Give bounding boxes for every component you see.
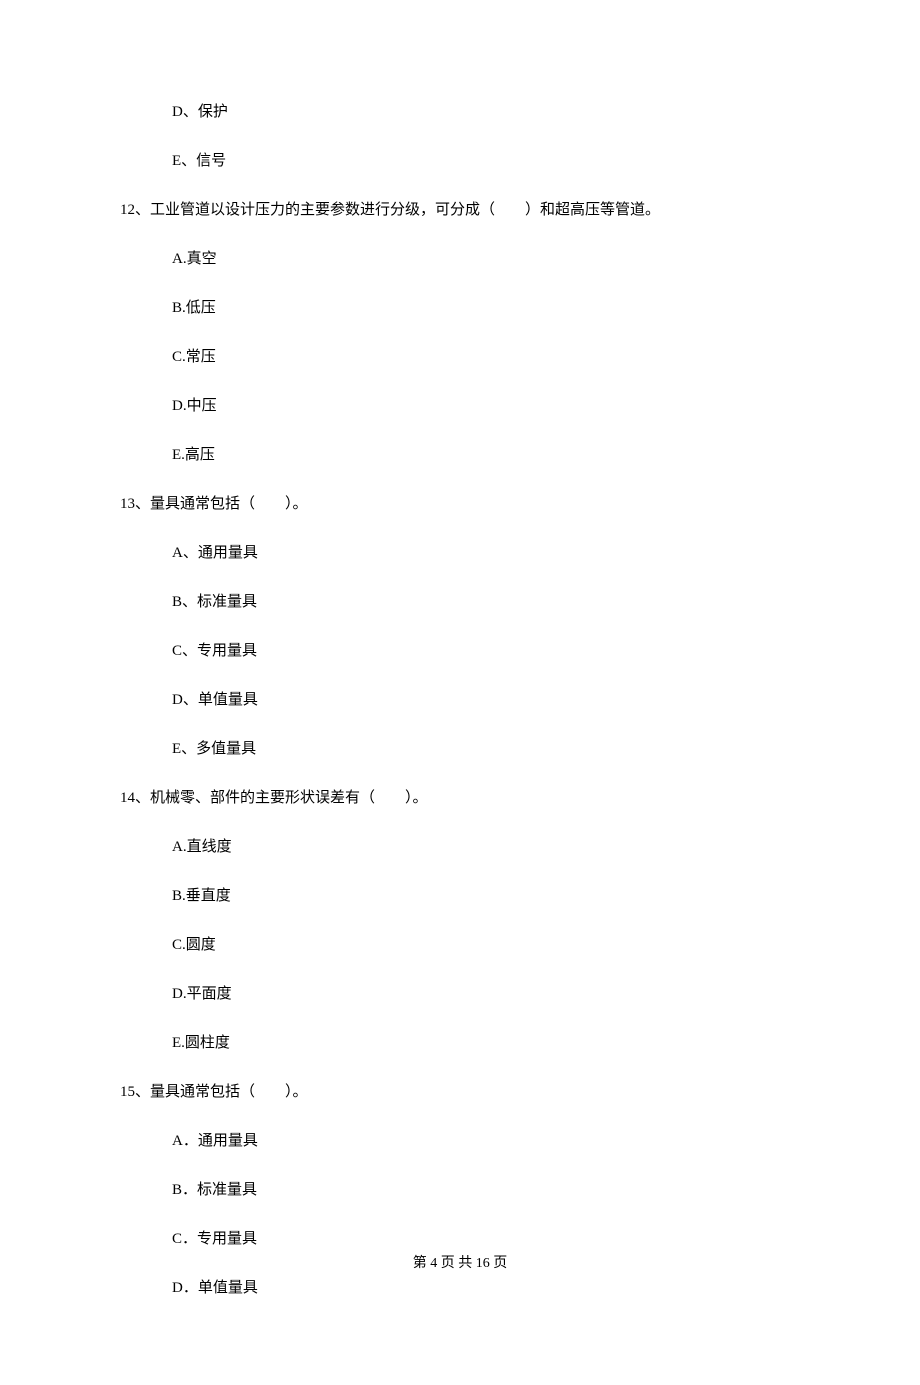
q15-opt-d: D．单值量具 (172, 1276, 800, 1300)
q14-opt-c: C.圆度 (172, 933, 800, 957)
option-d-pre: D、保护 (172, 100, 800, 124)
q12-opt-c: C.常压 (172, 345, 800, 369)
question-13: 13、量具通常包括（ ）。 (120, 492, 800, 516)
q13-opt-d: D、单值量具 (172, 688, 800, 712)
q14-opt-b: B.垂直度 (172, 884, 800, 908)
question-12: 12、工业管道以设计压力的主要参数进行分级，可分成（ ）和超高压等管道。 (120, 198, 800, 222)
q13-opt-b: B、标准量具 (172, 590, 800, 614)
q13-opt-a: A、通用量具 (172, 541, 800, 565)
q12-opt-e: E.高压 (172, 443, 800, 467)
question-15: 15、量具通常包括（ ）。 (120, 1080, 800, 1104)
q13-opt-c: C、专用量具 (172, 639, 800, 663)
q14-opt-d: D.平面度 (172, 982, 800, 1006)
q14-opt-e: E.圆柱度 (172, 1031, 800, 1055)
page-content: D、保护 E、信号 12、工业管道以设计压力的主要参数进行分级，可分成（ ）和超… (0, 0, 920, 1385)
question-14: 14、机械零、部件的主要形状误差有（ ）。 (120, 786, 800, 810)
q12-opt-a: A.真空 (172, 247, 800, 271)
page-footer: 第 4 页 共 16 页 (0, 1252, 920, 1272)
q12-opt-d: D.中压 (172, 394, 800, 418)
option-e-pre: E、信号 (172, 149, 800, 173)
q14-opt-a: A.直线度 (172, 835, 800, 859)
q15-opt-c: C．专用量具 (172, 1227, 800, 1251)
q13-opt-e: E、多值量具 (172, 737, 800, 761)
q15-opt-b: B．标准量具 (172, 1178, 800, 1202)
q12-opt-b: B.低压 (172, 296, 800, 320)
q15-opt-a: A．通用量具 (172, 1129, 800, 1153)
